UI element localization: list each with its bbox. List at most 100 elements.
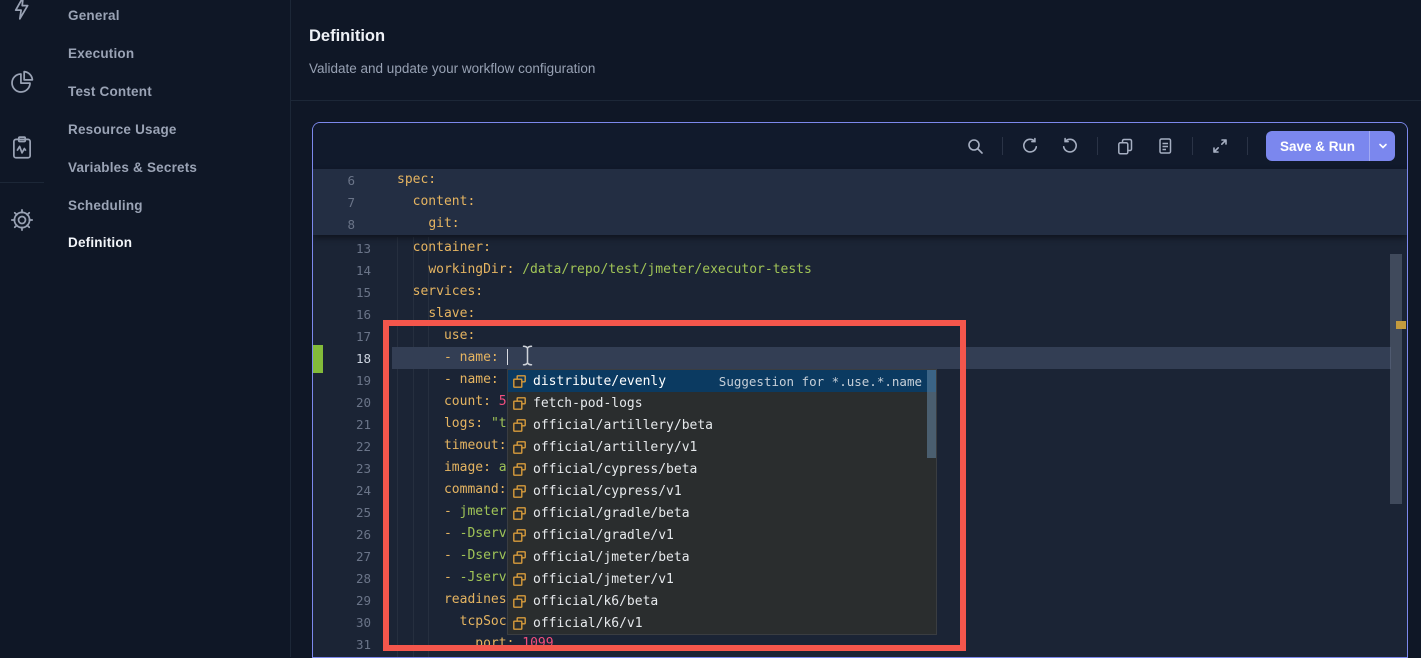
suggest-item[interactable]: official/k6/beta: [508, 590, 936, 612]
toolbar-separator: [1192, 137, 1193, 155]
suggest-item[interactable]: fetch-pod-logs: [508, 392, 936, 414]
line-content: image: a: [397, 457, 507, 479]
suggest-scrollbar[interactable]: [927, 370, 936, 458]
icon-rail: [0, 0, 44, 657]
code-line-14[interactable]: 14 workingDir: /data/repo/test/jmeter/ex…: [313, 259, 1407, 281]
sidebar-item-scheduling[interactable]: Scheduling: [68, 198, 143, 213]
suggest-hint: Suggestion for *.use.*.name: [719, 374, 936, 389]
snippet-icon: [512, 528, 527, 543]
line-content: slave:: [397, 303, 475, 325]
redo-icon[interactable]: [1057, 133, 1083, 159]
suggest-label: official/k6/v1: [533, 616, 643, 631]
suggest-item[interactable]: official/gradle/beta: [508, 502, 936, 524]
header-divider: [290, 100, 1421, 101]
sidebar-item-resource-usage[interactable]: Resource Usage: [68, 122, 177, 137]
copy-icon[interactable]: [1112, 133, 1138, 159]
page-title: Definition: [309, 27, 385, 46]
suggest-item[interactable]: official/k6/v1: [508, 612, 936, 634]
autocomplete-dropdown: distribute/evenly Suggestion for *.use.*.…: [507, 369, 937, 635]
code-line-8[interactable]: 8 git:: [313, 213, 1407, 235]
snippet-icon: [512, 396, 527, 411]
line-number: 31: [313, 637, 371, 652]
zap-icon[interactable]: [9, 0, 35, 21]
settings-gear-icon[interactable]: [9, 207, 35, 233]
sidebar-item-definition[interactable]: Definition: [68, 235, 132, 250]
line-number: 16: [313, 307, 371, 322]
snippet-icon: [512, 418, 527, 433]
rail-divider: [0, 182, 44, 183]
line-number: 29: [313, 593, 371, 608]
line-content: tcpSoc: [397, 611, 507, 633]
suggest-item[interactable]: official/artillery/beta: [508, 414, 936, 436]
line-content: command:: [397, 479, 507, 501]
suggest-item[interactable]: distribute/evenly Suggestion for *.use.*.…: [508, 370, 936, 392]
snippet-icon: [512, 462, 527, 477]
snippet-icon: [512, 594, 527, 609]
suggest-label: official/jmeter/beta: [533, 550, 690, 565]
suggest-item[interactable]: official/gradle/v1: [508, 524, 936, 546]
sidebar-divider: [290, 0, 291, 657]
sidebar-item-variables-secrets[interactable]: Variables & Secrets: [68, 160, 197, 175]
suggest-label: official/cypress/v1: [533, 484, 682, 499]
suggest-label: distribute/evenly: [533, 374, 666, 389]
code-line-7[interactable]: 7 content:: [313, 191, 1407, 213]
line-number: 15: [313, 285, 371, 300]
toolbar-separator: [1247, 137, 1248, 155]
yaml-code-editor[interactable]: 13 container:14 workingDir: /data/repo/t…: [313, 169, 1407, 657]
save-options-chevron-down-icon[interactable]: [1369, 131, 1395, 161]
sidebar-item-test-content[interactable]: Test Content: [68, 84, 152, 99]
suggest-label: official/k6/beta: [533, 594, 658, 609]
code-line-13[interactable]: 13 container:: [313, 237, 1407, 259]
sidebar-item-general[interactable]: General: [68, 8, 120, 23]
line-content: - jmeter: [397, 501, 507, 523]
expand-icon[interactable]: [1207, 133, 1233, 159]
sidebar-item-execution[interactable]: Execution: [68, 46, 134, 61]
line-content: workingDir: /data/repo/test/jmeter/execu…: [397, 259, 812, 281]
line-content: count: 5: [397, 391, 507, 413]
activity-report-icon[interactable]: [9, 135, 35, 161]
suggest-item[interactable]: official/jmeter/v1: [508, 568, 936, 590]
save-and-run-button[interactable]: Save & Run: [1266, 131, 1369, 161]
pie-chart-icon[interactable]: [9, 69, 35, 95]
code-line-18[interactable]: 18 - name:: [313, 347, 1407, 369]
line-content: - -Dserv: [397, 523, 507, 545]
code-line-15[interactable]: 15 services:: [313, 281, 1407, 303]
editor-scrollbar[interactable]: [1390, 254, 1402, 504]
suggest-item[interactable]: official/cypress/v1: [508, 480, 936, 502]
snippet-icon: [512, 374, 527, 389]
snippet-icon: [512, 616, 527, 631]
snippet-icon: [512, 440, 527, 455]
suggest-label: fetch-pod-logs: [533, 396, 643, 411]
undo-icon[interactable]: [1017, 133, 1043, 159]
line-content: - name:: [397, 369, 507, 391]
suggest-label: official/gradle/v1: [533, 528, 674, 543]
suggest-item[interactable]: official/jmeter/beta: [508, 546, 936, 568]
line-content: readines: [397, 589, 507, 611]
suggest-item[interactable]: official/cypress/beta: [508, 458, 936, 480]
line-number: 6: [313, 173, 355, 188]
text-caret: [507, 349, 509, 365]
search-icon[interactable]: [962, 133, 988, 159]
snippet-icon: [512, 572, 527, 587]
page-subtitle: Validate and update your workflow config…: [309, 61, 595, 76]
suggest-label: official/cypress/beta: [533, 462, 697, 477]
modified-line-marker: [313, 345, 323, 373]
file-text-icon[interactable]: [1152, 133, 1178, 159]
line-number: 23: [313, 461, 371, 476]
line-number: 14: [313, 263, 371, 278]
code-line-31[interactable]: 31 port: 1099: [313, 633, 1407, 655]
line-number: 7: [313, 195, 355, 210]
snippet-icon: [512, 506, 527, 521]
code-line-17[interactable]: 17 use:: [313, 325, 1407, 347]
overview-ruler-marker: [1396, 321, 1406, 329]
suggest-label: official/gradle/beta: [533, 506, 690, 521]
editor-toolbar: Save & Run: [313, 123, 1407, 169]
code-line-6[interactable]: 6spec:: [313, 169, 1407, 191]
suggest-label: official/jmeter/v1: [533, 572, 674, 587]
suggest-item[interactable]: official/artillery/v1: [508, 436, 936, 458]
toolbar-separator: [1002, 137, 1003, 155]
snippet-icon: [512, 550, 527, 565]
code-line-16[interactable]: 16 slave:: [313, 303, 1407, 325]
toolbar-separator: [1097, 137, 1098, 155]
line-number: 25: [313, 505, 371, 520]
